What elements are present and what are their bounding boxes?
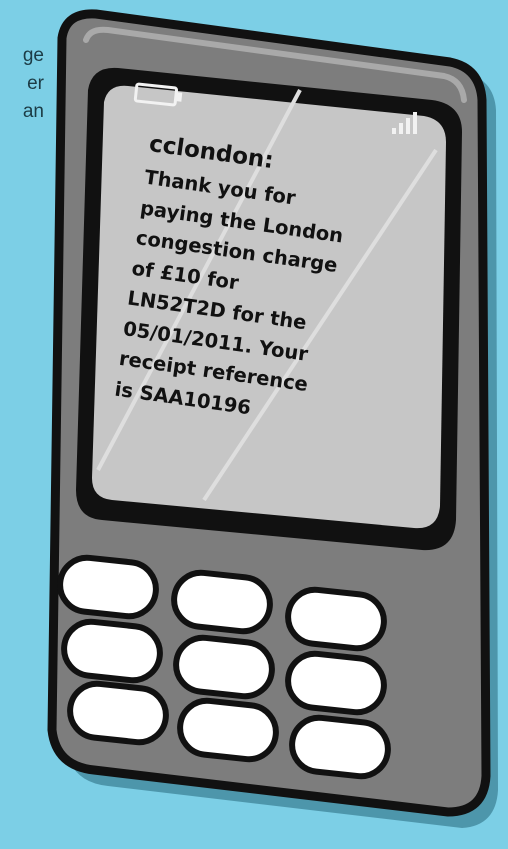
mobile-phone (47, 9, 498, 829)
keypad-key[interactable] (67, 680, 169, 746)
keypad-key[interactable] (57, 554, 159, 620)
keypad-key[interactable] (285, 650, 387, 716)
keypad-key[interactable] (177, 697, 279, 763)
keypad-key[interactable] (171, 569, 273, 635)
sms-message: cclondon: Thank you for paying the Londo… (113, 125, 439, 445)
keypad-key[interactable] (289, 714, 391, 780)
keypad-key[interactable] (285, 586, 387, 652)
keypad-key[interactable] (61, 618, 163, 684)
keypad-key[interactable] (173, 634, 275, 700)
